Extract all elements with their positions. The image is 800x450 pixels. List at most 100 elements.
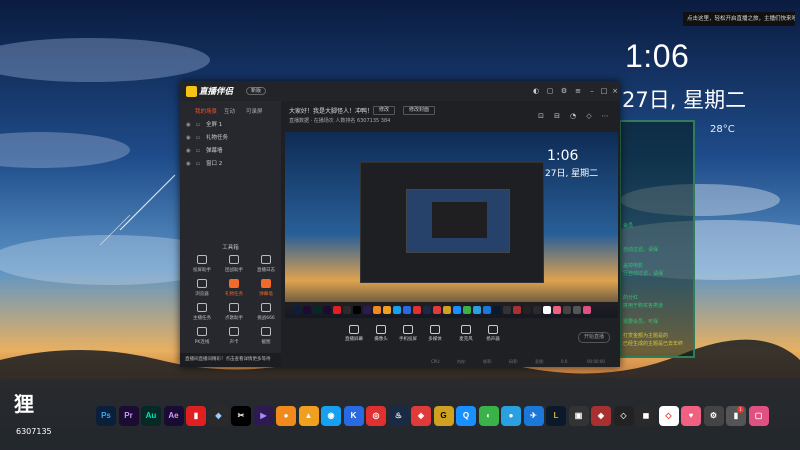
source-button[interactable]: 摄像头 — [366, 325, 396, 342]
taskbar-app-icon[interactable]: Ps — [96, 406, 116, 426]
taskbar-app-icon[interactable]: ◇ — [613, 406, 634, 426]
eye-icon[interactable]: ◉ — [186, 146, 191, 156]
start-live-button[interactable]: 开始直播 — [578, 332, 610, 343]
eye-icon[interactable]: ◉ — [186, 133, 191, 143]
taskbar-app-icon[interactable]: ◆ — [208, 406, 229, 426]
tab-my-scenes[interactable]: 我的场景 — [195, 107, 217, 115]
source-button[interactable]: 扬声器 — [478, 325, 508, 342]
notification-badge: 1 — [737, 406, 744, 413]
preview-taskbar-icon — [493, 306, 501, 314]
source-button[interactable]: 多媒体 — [420, 325, 450, 342]
lock-icon[interactable]: ▫ — [196, 133, 200, 143]
taskbar-app-icon[interactable]: ▮ — [186, 406, 206, 426]
taskbar-app-icon[interactable]: ◼ — [636, 406, 656, 426]
edit-button[interactable]: 修改 — [373, 106, 396, 115]
status-item: 码率: — [509, 359, 519, 364]
tool-button[interactable]: 截图 — [250, 327, 282, 355]
lock-icon[interactable]: ▫ — [196, 120, 200, 130]
taskbar-app-icon[interactable]: ◉ — [321, 406, 341, 426]
taskbar-app-icon[interactable]: ◐ — [478, 406, 499, 426]
preview-taskbar-icon — [293, 306, 301, 314]
version-badge[interactable]: 新版 — [246, 87, 267, 95]
taskbar-app-icon[interactable]: Ae — [163, 406, 184, 426]
source-button[interactable]: 麦克风 — [451, 325, 481, 342]
eye-icon[interactable]: ◉ — [186, 120, 191, 130]
preview-taskbar-icon — [463, 306, 471, 314]
tool-label: 团战助手 — [225, 268, 243, 273]
camera-icon — [261, 327, 271, 336]
tool-button[interactable]: 声卡 — [218, 327, 250, 355]
taskbar-app-icon[interactable]: ♨ — [388, 406, 409, 426]
title-bar[interactable]: 直播伴侣 新版 ◐ ▢ ⚙ ≡ – □ × — [180, 81, 620, 101]
taskbar-app-icon[interactable]: ◈ — [411, 406, 431, 426]
scene-item[interactable]: ◉ ▫ 全屏 1 — [186, 120, 276, 130]
settings-icon[interactable]: ⚙ — [560, 87, 568, 95]
taskbar-app-icon[interactable]: ✂ — [231, 406, 251, 426]
record-icon[interactable]: ⊟ — [553, 112, 561, 120]
preview-taskbar-icon — [323, 306, 331, 314]
music-icon — [229, 303, 239, 312]
close-icon[interactable]: × — [611, 87, 619, 95]
source-button[interactable]: 直播屏幕 — [339, 325, 369, 342]
taskbar-app-icon[interactable]: Q — [456, 406, 476, 426]
message-icon[interactable]: ▢ — [546, 87, 554, 95]
panel-line: 会员 — [623, 223, 634, 229]
taskbar-app-icon[interactable]: ◇ — [658, 406, 679, 426]
more-icon[interactable]: ⋯ — [601, 112, 609, 120]
taskbar-app-icon[interactable]: Au — [141, 406, 161, 426]
taskbar-app-icon[interactable]: ◆ — [591, 406, 611, 426]
edit-cover-button[interactable]: 修改封面 — [403, 106, 436, 115]
menu-icon[interactable]: ≡ — [574, 87, 582, 95]
tab-recordable[interactable]: 可录屏 — [246, 107, 263, 115]
taskbar-app-icon[interactable]: ♥ — [681, 406, 701, 426]
panel-line: 的分红 — [623, 295, 639, 301]
scene-item[interactable]: ◉ ▫ 弹幕墙 — [186, 146, 276, 156]
scene-item[interactable]: ◉ ▫ 窗口 2 — [186, 159, 276, 169]
tool-button[interactable]: PK连线 — [186, 327, 218, 355]
taskbar-app-icon[interactable]: ◎ — [366, 406, 386, 426]
source-button[interactable]: 手机投屏 — [393, 325, 423, 342]
taskbar-app-icon[interactable]: ● — [501, 406, 521, 426]
notification-toast[interactable]: 点击这里，轻松开启直播之旅，主播们快来吧 — [683, 12, 795, 26]
status-item: 0.0 — [561, 359, 568, 364]
live-companion-window[interactable]: 直播伴侣 新版 ◐ ▢ ⚙ ≡ – □ × 我的场景 互动 可录屏 ◉ ▫ 全屏 … — [180, 81, 620, 367]
taskbar-app-icon[interactable]: ▲ — [298, 406, 319, 426]
taskbar-app-icon[interactable]: ● — [276, 406, 296, 426]
preview-taskbar-icon — [533, 306, 541, 314]
tab-interaction[interactable]: 互动 — [224, 107, 235, 115]
sidebar-notice[interactable]: 直播间直播间精彩！点击查看详情更多等待 — [180, 353, 281, 367]
source-label: 摄像头 — [374, 337, 388, 342]
preview-taskbar-icon — [393, 306, 401, 314]
taskbar-app-icon[interactable]: L — [546, 406, 566, 426]
taskbar-app-icon[interactable]: ⚙ — [703, 406, 724, 426]
status-item: 丢帧: — [535, 359, 545, 364]
status-item: CPU: — [431, 359, 441, 364]
stream-title: 大家好！我是大脚怪人！冲鸭！ — [289, 108, 374, 115]
preview-taskbar-icon — [543, 306, 551, 314]
screen-icon — [349, 325, 359, 334]
stream-preview[interactable]: 1:06 27日, 星期二 — [285, 132, 618, 318]
scene-item[interactable]: ◉ ▫ 礼物任务 — [186, 133, 276, 143]
source-controls: 开始直播 直播屏幕 摄像头 手机投屏 多媒体 麦克风 扬声器 — [281, 323, 620, 357]
taskbar-app-icon[interactable]: Pr — [118, 406, 139, 426]
source-label: 直播屏幕 — [345, 337, 363, 342]
link-icon[interactable]: ⊡ — [537, 112, 545, 120]
skin-icon[interactable]: ◐ — [532, 87, 540, 95]
task-icon — [197, 303, 207, 312]
taskbar-app-icon[interactable]: G — [433, 406, 454, 426]
share-icon[interactable]: ◇ — [585, 112, 593, 120]
panel-highlight: 打赏金额为主题是的 — [623, 333, 669, 339]
lock-icon[interactable]: ▫ — [196, 146, 200, 156]
minimize-icon[interactable]: – — [588, 87, 596, 95]
taskbar-app-icon[interactable]: ▢ — [748, 406, 769, 426]
taskbar-app-icon[interactable]: K — [343, 406, 364, 426]
taskbar-app-icon[interactable]: ▶ — [253, 406, 274, 426]
taskbar-app-icon[interactable]: ✈ — [523, 406, 544, 426]
maximize-icon[interactable]: □ — [600, 87, 608, 95]
preview-taskbar-icon — [353, 306, 361, 314]
preview-taskbar-icon — [413, 306, 421, 314]
lock-icon[interactable]: ▫ — [196, 159, 200, 169]
bell-icon[interactable]: ◔ — [569, 112, 577, 120]
eye-icon[interactable]: ◉ — [186, 159, 191, 169]
taskbar-app-icon[interactable]: ▣ — [568, 406, 589, 426]
